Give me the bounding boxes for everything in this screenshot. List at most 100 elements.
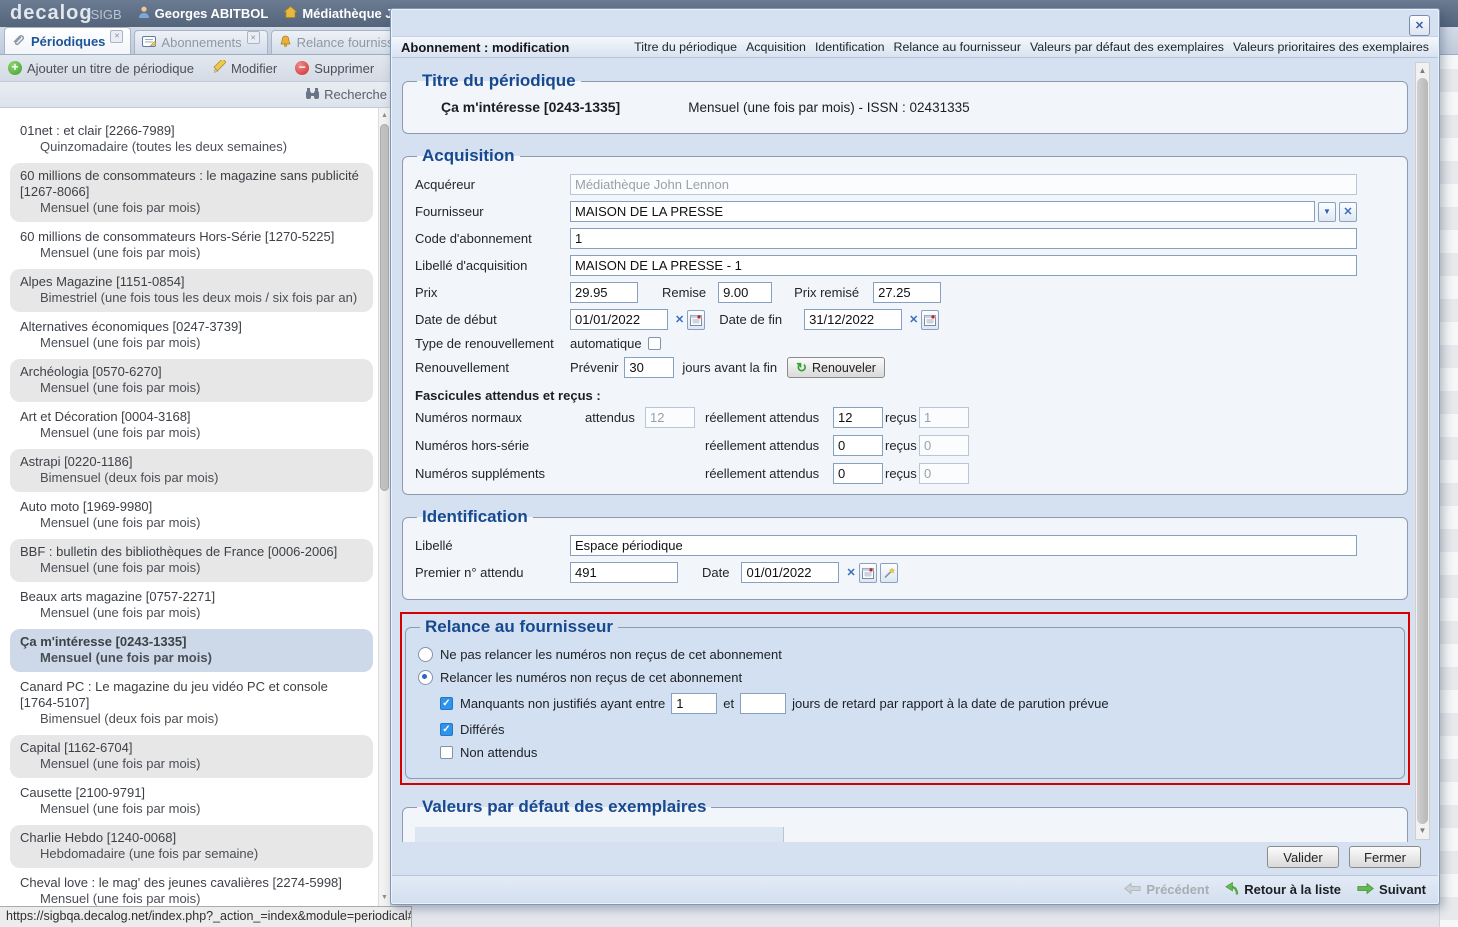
list-item[interactable]: 60 millions de consommateurs : le magazi… <box>10 163 373 222</box>
current-user[interactable]: Georges ABITBOL <box>138 6 269 21</box>
nav-link-identification[interactable]: Identification <box>815 40 885 54</box>
item-title: BBF : bulletin des bibliothèques de Fran… <box>20 544 363 560</box>
search-button[interactable]: Recherche <box>306 87 387 102</box>
nav-link-relance[interactable]: Relance au fournisseur <box>894 40 1021 54</box>
nav-link-acquisition[interactable]: Acquisition <box>746 40 806 54</box>
nav-link-titre[interactable]: Titre du périodique <box>634 40 737 54</box>
list-item[interactable]: Causette [2100-9791]Mensuel (une fois pa… <box>10 780 373 823</box>
non-attendus-checkbox[interactable] <box>440 746 453 759</box>
tab-periodiques[interactable]: Périodiques ✕ <box>4 27 131 54</box>
list-item[interactable]: BBF : bulletin des bibliothèques de Fran… <box>10 539 373 582</box>
retard-max-input[interactable] <box>740 693 786 714</box>
item-frequency: Mensuel (une fois par mois) <box>20 891 363 906</box>
remise-input[interactable] <box>718 282 772 303</box>
close-tab-icon[interactable]: ✕ <box>247 31 260 44</box>
close-tab-icon[interactable]: ✕ <box>110 30 123 43</box>
app-logo: decalog <box>10 2 93 25</box>
nav-link-valeurs-defaut[interactable]: Valeurs par défaut des exemplaires <box>1030 40 1224 54</box>
list-item[interactable]: Archéologia [0570-6270]Mensuel (une fois… <box>10 359 373 402</box>
differes-checkbox[interactable]: ✓ <box>440 723 453 736</box>
item-frequency: Mensuel (une fois par mois) <box>20 245 363 261</box>
scroll-up-icon[interactable]: ▲ <box>1416 64 1429 78</box>
retour-liste-link[interactable]: Retour à la liste <box>1225 882 1341 898</box>
code-abonnement-input[interactable] <box>570 228 1357 249</box>
radio-relancer[interactable] <box>418 670 433 685</box>
list-item[interactable]: Canard PC : Le magazine du jeu vidéo PC … <box>10 674 373 733</box>
premier-attendu-input[interactable] <box>570 562 678 583</box>
list-item[interactable]: Art et Décoration [0004-3168]Mensuel (un… <box>10 404 373 447</box>
magic-wand-button[interactable] <box>880 563 898 583</box>
scroll-down-icon[interactable]: ▼ <box>1416 824 1429 838</box>
prevenir-label: Prévenir <box>570 360 618 375</box>
pencil-icon <box>212 60 226 76</box>
jours-avant-fin-label: jours avant la fin <box>682 360 777 375</box>
clear-premier-date-icon[interactable]: ✕ <box>846 566 855 579</box>
tab-abonnements[interactable]: Abonnements ✕ <box>134 30 267 54</box>
partial-tab-strip <box>415 827 1357 842</box>
dialog-scrollbar[interactable]: ▲ ▼ <box>1415 62 1430 840</box>
dialog-scrollbar-thumb[interactable] <box>1417 78 1428 824</box>
manquants-checkbox[interactable]: ✓ <box>440 697 453 710</box>
scroll-up-icon[interactable]: ▲ <box>379 110 390 122</box>
modify-button[interactable]: Modifier <box>212 60 277 76</box>
list-item[interactable]: 60 millions de consommateurs Hors-Série … <box>10 224 373 267</box>
date-fin-input[interactable] <box>804 309 902 330</box>
fascicules-heading: Fascicules attendus et reçus : <box>415 388 1357 403</box>
list-item[interactable]: Auto moto [1969-9980]Mensuel (une fois p… <box>10 494 373 537</box>
supplements-reellement-input[interactable] <box>833 463 883 484</box>
premier-date-input[interactable] <box>741 562 839 583</box>
item-title: Art et Décoration [0004-3168] <box>20 409 363 425</box>
item-frequency: Mensuel (une fois par mois) <box>20 756 363 772</box>
list-item[interactable]: Cheval love : le mag' des jeunes cavaliè… <box>10 870 373 906</box>
list-item[interactable]: Alternatives économiques [0247-3739]Mens… <box>10 314 373 357</box>
fournisseur-dropdown-button[interactable]: ▼ <box>1318 202 1336 222</box>
item-title: 60 millions de consommateurs Hors-Série … <box>20 229 363 245</box>
prix-remise-input[interactable] <box>873 282 941 303</box>
list-item[interactable]: Beaux arts magazine [0757-2271]Mensuel (… <box>10 584 373 627</box>
clear-date-fin-icon[interactable]: ✕ <box>909 313 918 326</box>
dialog-close-button[interactable]: ✕ <box>1409 15 1430 36</box>
automatique-checkbox[interactable] <box>648 337 661 350</box>
list-item[interactable]: Charlie Hebdo [1240-0068]Hebdomadaire (u… <box>10 825 373 868</box>
prix-input[interactable] <box>570 282 638 303</box>
suivant-link[interactable]: Suivant <box>1357 882 1426 897</box>
renouveler-button[interactable]: ↻ Renouveler <box>787 357 885 378</box>
nav-link-valeurs-prioritaires[interactable]: Valeurs prioritaires des exemplaires <box>1233 40 1429 54</box>
delete-button[interactable]: − Supprimer <box>295 61 374 76</box>
item-frequency: Mensuel (une fois par mois) <box>20 650 363 666</box>
prevenir-jours-input[interactable] <box>624 357 674 378</box>
list-scrollbar[interactable]: ▲ ▼ <box>378 108 390 906</box>
date-debut-calendar-button[interactable] <box>687 310 705 330</box>
manquants-label-et: et <box>723 696 734 711</box>
item-title: Beaux arts magazine [0757-2271] <box>20 589 363 605</box>
fermer-button[interactable]: Fermer <box>1349 846 1421 868</box>
fournisseur-clear-button[interactable]: ✕ <box>1339 202 1357 222</box>
list-item[interactable]: Capital [1162-6704]Mensuel (une fois par… <box>10 735 373 778</box>
premier-date-calendar-button[interactable] <box>859 563 877 583</box>
precedent-link[interactable]: Précédent <box>1124 882 1209 897</box>
list-item[interactable]: 01net : et clair [2266-7989]Quinzomadair… <box>10 118 373 161</box>
radio-ne-pas-relancer-label: Ne pas relancer les numéros non reçus de… <box>440 647 782 662</box>
radio-ne-pas-relancer[interactable] <box>418 647 433 662</box>
valider-button[interactable]: Valider <box>1267 846 1339 868</box>
scroll-down-icon[interactable]: ▼ <box>379 892 390 904</box>
bell-icon <box>279 35 292 50</box>
libelle-acquisition-input[interactable] <box>570 255 1357 276</box>
list-item[interactable]: Alpes Magazine [1151-0854]Bimestriel (un… <box>10 269 373 312</box>
clear-date-debut-icon[interactable]: ✕ <box>675 313 684 326</box>
retard-min-input[interactable] <box>671 693 717 714</box>
clear-icon: ✕ <box>1343 205 1352 218</box>
item-title: Cheval love : le mag' des jeunes cavaliè… <box>20 875 363 891</box>
hors-serie-reellement-input[interactable] <box>833 435 883 456</box>
tab-label: Périodiques <box>31 34 105 49</box>
date-debut-input[interactable] <box>570 309 668 330</box>
libelle-input[interactable] <box>570 535 1357 556</box>
fournisseur-input[interactable] <box>570 201 1315 222</box>
list-item[interactable]: Astrapi [0220-1186]Bimensuel (deux fois … <box>10 449 373 492</box>
acquereur-input <box>570 174 1357 195</box>
add-title-button[interactable]: + Ajouter un titre de périodique <box>8 61 194 76</box>
normaux-reellement-input[interactable] <box>833 407 883 428</box>
list-scrollbar-thumb[interactable] <box>380 124 389 491</box>
list-item-selected[interactable]: Ça m'intéresse [0243-1335]Mensuel (une f… <box>10 629 373 672</box>
date-fin-calendar-button[interactable] <box>921 310 939 330</box>
